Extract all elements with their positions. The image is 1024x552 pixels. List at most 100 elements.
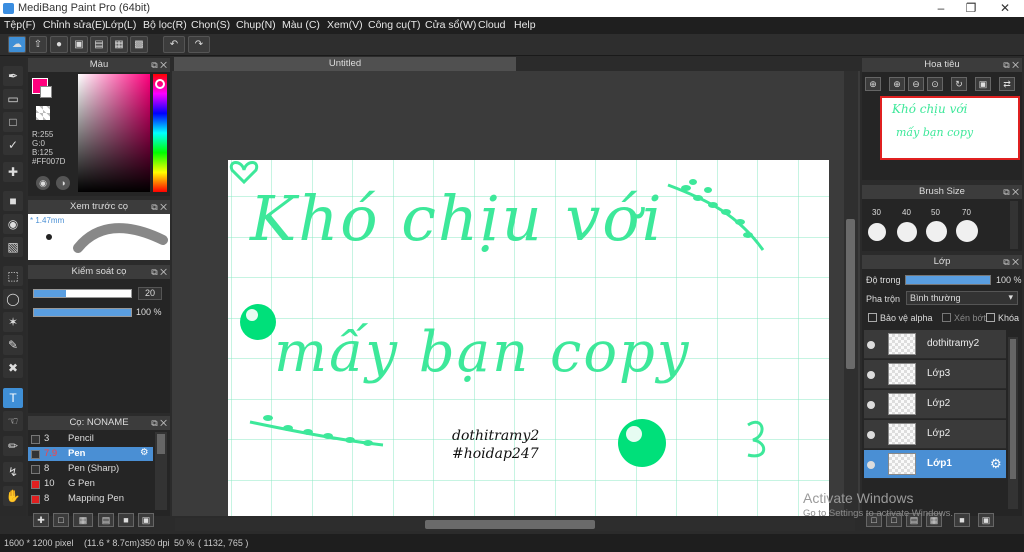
brush-item-g-pen[interactable]: 10 G Pen [28, 477, 153, 491]
lock-checkbox[interactable] [986, 313, 995, 322]
clip-checkbox[interactable] [942, 313, 951, 322]
grid-icon[interactable]: ▦ [110, 36, 128, 53]
layer-opacity-slider[interactable] [905, 275, 991, 285]
brush-size-dot[interactable] [868, 223, 886, 241]
move-tool-icon[interactable]: ✚ [3, 162, 23, 182]
select-rect-tool-icon[interactable]: ⬚ [3, 266, 23, 286]
redo-icon[interactable]: ↷ [188, 36, 210, 53]
menu-window[interactable]: Cửa sổ(W) [425, 19, 476, 31]
menu-edit[interactable]: Chỉnh sửa(E) [43, 19, 105, 31]
add-brush-icon[interactable]: ✚ [33, 513, 49, 527]
brush-item-mapping-pen[interactable]: 8 Mapping Pen [28, 492, 153, 506]
brushsize-scrollbar[interactable] [1010, 201, 1018, 249]
brush-menu-icon[interactable]: ▦ [73, 513, 93, 527]
bucket-tool-icon[interactable]: ◉ [3, 214, 23, 234]
brush-size-40[interactable]: 40 [902, 208, 911, 217]
panel-close-icon[interactable]: ⧉ ✕ [1003, 185, 1019, 199]
canvas[interactable]: Khó chịu với mấy bạn copy dothitramy2 #h… [228, 160, 829, 516]
menu-color[interactable]: Màu (C) [282, 19, 320, 31]
fit-icon[interactable]: ▣ [975, 77, 991, 91]
brushlist-scroll-thumb[interactable] [157, 434, 165, 454]
panel-close-icon[interactable]: ⧉ ✕ [151, 58, 167, 72]
menu-view[interactable]: Xem(V) [327, 19, 363, 31]
hue-slider[interactable] [153, 74, 167, 192]
pen-tool-icon[interactable]: ✓ [3, 135, 23, 155]
panel-close-icon[interactable]: ⧉ ✕ [151, 200, 167, 214]
menu-filter[interactable]: Bộ lọc(R) [143, 19, 187, 31]
brush-item-pen-sharp[interactable]: 8 Pen (Sharp) [28, 462, 153, 476]
panel-close-icon[interactable]: ⧉ ✕ [1003, 255, 1019, 269]
canvas-horizontal-scrollbar[interactable] [175, 518, 855, 531]
horizontal-scroll-thumb[interactable] [425, 520, 595, 529]
layer-scroll-thumb[interactable] [1010, 339, 1016, 479]
saturation-field[interactable] [78, 74, 150, 192]
brush-size-dot[interactable] [897, 222, 917, 242]
hue-handle[interactable] [155, 79, 165, 89]
document-icon[interactable]: ▤ [90, 36, 108, 53]
secondary-color-swatch[interactable] [40, 86, 52, 98]
brush-size-70[interactable]: 70 [962, 208, 971, 217]
layout-icon[interactable]: ▩ [130, 36, 148, 53]
rectangle-tool-icon[interactable]: □ [3, 112, 23, 132]
brush-size-50[interactable]: 50 [931, 208, 940, 217]
brush-size-30[interactable]: 30 [872, 208, 881, 217]
layer-row[interactable]: dothitramy2 [864, 330, 1006, 359]
brush-item-pencil[interactable]: 3 Pencil [28, 432, 153, 446]
opacity-slider[interactable] [33, 308, 132, 317]
gear-icon[interactable]: ⚙ [990, 456, 1002, 472]
operation-tool-icon[interactable]: ☜ [3, 411, 23, 431]
close-icon[interactable]: ✕ [990, 0, 1020, 17]
panel-close-icon[interactable]: ⧉ ✕ [151, 416, 167, 430]
menu-file[interactable]: Tệp(F) [4, 19, 36, 31]
dropper-tool-icon[interactable]: ✏ [3, 436, 23, 456]
size-value[interactable]: 20 [138, 287, 162, 300]
cloud-icon[interactable]: ☁ [8, 36, 26, 53]
hand-tool-icon[interactable]: ✋ [3, 486, 23, 506]
brush-copy-icon[interactable]: ▤ [98, 513, 114, 527]
size-slider[interactable] [33, 289, 132, 298]
select-eraser-icon[interactable]: ✖ [3, 358, 23, 378]
brushlist-scrollbar[interactable] [155, 432, 167, 510]
flip-icon[interactable]: ⇄ [999, 77, 1015, 91]
brush-folder-icon[interactable]: ■ [118, 513, 134, 527]
visibility-icon[interactable] [867, 371, 875, 379]
minimize-icon[interactable]: – [926, 0, 956, 17]
visibility-icon[interactable] [867, 461, 875, 469]
menu-capture[interactable]: Chụp(N) [236, 19, 276, 31]
menu-cloud[interactable]: Cloud [478, 19, 505, 31]
eyedropper-icon[interactable]: ↯ [3, 462, 23, 482]
comment-icon[interactable]: ● [50, 36, 68, 53]
navigator-thumbnail[interactable]: Khó chịu với mấy bạn copy [880, 96, 1020, 160]
magic-wand-icon[interactable]: ✶ [3, 312, 23, 332]
text-tool-icon[interactable]: T [3, 388, 23, 408]
layer-row[interactable]: Lớp3 [864, 360, 1006, 389]
gear-icon[interactable]: ⚙ [140, 447, 149, 458]
brush-tool-icon[interactable]: ✒ [3, 66, 23, 86]
lasso-tool-icon[interactable]: ◯ [3, 289, 23, 309]
eraser-tool-icon[interactable]: ▭ [3, 89, 23, 109]
layer-row[interactable]: Lớp2 [864, 390, 1006, 419]
rotate-icon[interactable]: ↻ [951, 77, 967, 91]
brush-size-dot[interactable] [926, 221, 947, 242]
palette-icon[interactable]: ◉ [36, 176, 50, 190]
blend-select[interactable]: Bình thường ▾ [906, 291, 1018, 305]
color-mode-icon[interactable]: ◑ [56, 176, 70, 190]
vertical-scroll-thumb[interactable] [846, 219, 855, 369]
visibility-icon[interactable] [867, 431, 875, 439]
visibility-icon[interactable] [867, 341, 875, 349]
panel-close-icon[interactable]: ⧉ ✕ [1003, 58, 1019, 72]
zoom-out-icon[interactable]: ⊖ [908, 77, 924, 91]
brush-size-dot[interactable] [956, 220, 978, 242]
canvas-vertical-scrollbar[interactable] [844, 71, 858, 516]
document-tab[interactable]: Untitled [174, 57, 516, 71]
panel-close-icon[interactable]: ⧉ ✕ [151, 265, 167, 279]
layer-row[interactable]: Lớp2 [864, 420, 1006, 449]
visibility-icon[interactable] [867, 401, 875, 409]
undo-icon[interactable]: ↶ [163, 36, 185, 53]
menu-layer[interactable]: Lớp(L) [105, 19, 136, 31]
zoom-actual-icon[interactable]: ⊙ [927, 77, 943, 91]
fill-rect-tool-icon[interactable]: ■ [3, 191, 23, 211]
protect-alpha-checkbox[interactable] [868, 313, 877, 322]
zoom-in-alt-icon[interactable]: ⊕ [889, 77, 905, 91]
select-pen-icon[interactable]: ✎ [3, 335, 23, 355]
